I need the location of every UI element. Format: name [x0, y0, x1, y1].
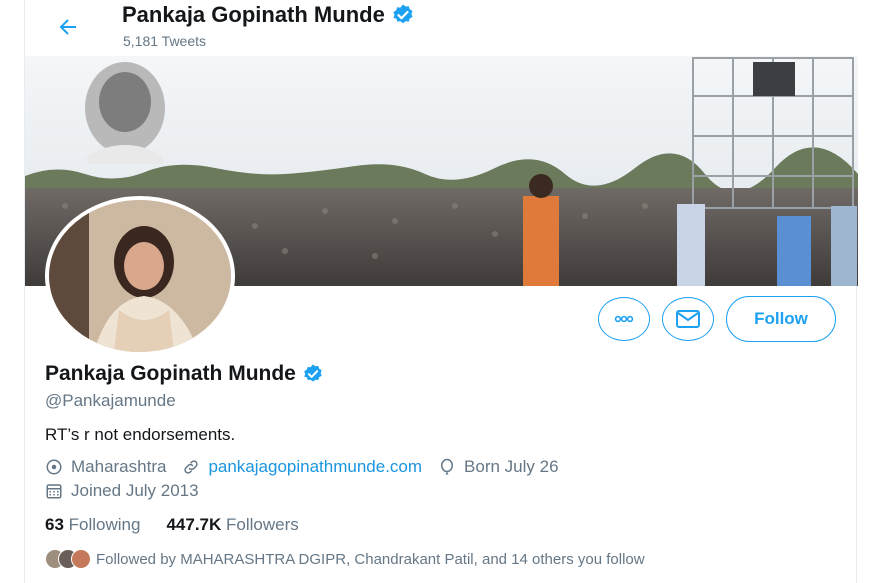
profile-handle: @Pankajamunde	[45, 391, 176, 410]
profile-frame: Pankaja Gopinath Munde 5,181 Tweets Foll…	[24, 0, 858, 583]
location-item: Maharashtra	[45, 457, 166, 477]
more-options-button[interactable]	[598, 297, 650, 341]
profile-actions: Follow	[598, 296, 836, 342]
calendar-icon	[46, 484, 62, 499]
followers-label: Followers	[226, 515, 299, 534]
following-label: Following	[68, 515, 141, 534]
followers-count: 447.7K	[166, 515, 222, 534]
tweet-count: 5,181 Tweets	[123, 33, 207, 49]
following-count: 63	[45, 515, 64, 534]
followed-by-text: Followed by MAHARASHTRA DGIPR, Chandraka…	[96, 550, 645, 568]
profile-avatar[interactable]	[45, 196, 235, 356]
profile-stats: 63 Following 447.7K Followers	[45, 515, 299, 535]
mini-avatar	[71, 549, 91, 569]
more-icon	[614, 315, 634, 323]
profile-header: Pankaja Gopinath Munde 5,181 Tweets	[25, 0, 858, 56]
header-name: Pankaja Gopinath Munde	[122, 2, 385, 27]
link-icon	[184, 460, 199, 474]
website-link[interactable]: pankajagopinathmunde.com	[208, 457, 422, 477]
profile-name-row: Pankaja Gopinath Munde	[45, 362, 324, 386]
joined-item: Joined July 2013	[45, 481, 199, 501]
followed-by-row[interactable]: Followed by MAHARASHTRA DGIPR, Chandraka…	[45, 549, 645, 569]
avatar-image	[49, 200, 231, 352]
header-title: Pankaja Gopinath Munde	[122, 2, 415, 28]
back-arrow-icon	[59, 19, 76, 35]
verified-badge-icon	[393, 4, 413, 24]
verified-badge-icon	[304, 364, 322, 382]
follow-button[interactable]: Follow	[726, 296, 836, 342]
joined-text: Joined July 2013	[71, 481, 199, 500]
balloon-icon	[441, 458, 454, 475]
website-item: pankajagopinathmunde.com	[182, 457, 422, 477]
followed-by-avatars	[45, 549, 91, 569]
following-stat[interactable]: 63 Following	[45, 515, 140, 535]
birthday-text: Born July 26	[464, 457, 559, 476]
profile-name: Pankaja Gopinath Munde	[45, 362, 296, 385]
profile-meta: Maharashtra pankajagopinathmunde.com Bor…	[45, 457, 575, 477]
followers-stat[interactable]: 447.7K Followers	[166, 515, 298, 535]
location-pin-icon	[46, 459, 62, 475]
profile-bio: RT’s r not endorsements.	[45, 425, 236, 444]
location-text: Maharashtra	[71, 457, 167, 476]
message-button[interactable]	[662, 297, 714, 341]
back-button[interactable]	[53, 12, 83, 42]
envelope-icon	[676, 310, 700, 328]
birthday-item: Born July 26	[438, 457, 559, 477]
